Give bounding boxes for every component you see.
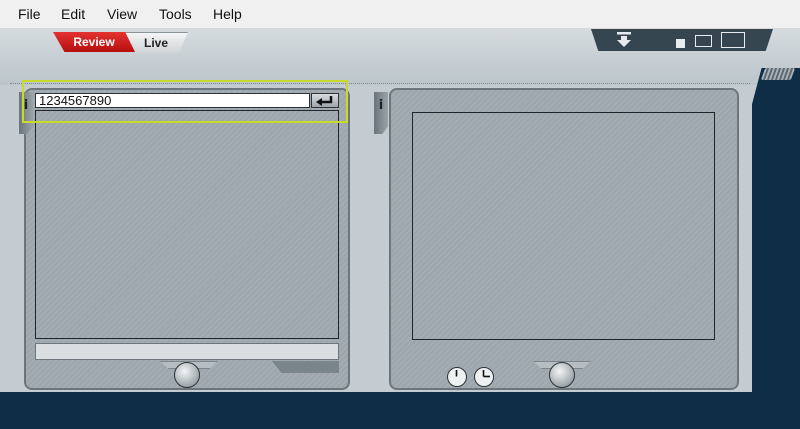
clock-dial-icon[interactable]: [447, 367, 467, 387]
menu-tools[interactable]: Tools: [159, 6, 192, 22]
left-display-area: [35, 110, 339, 339]
left-status-bar: [35, 343, 339, 360]
pie-dial-icon[interactable]: [474, 367, 494, 387]
resize-grip[interactable]: [760, 68, 796, 80]
right-frame: [752, 68, 800, 429]
download-arrow-icon[interactable]: [615, 32, 633, 48]
menu-view[interactable]: View: [107, 6, 137, 22]
right-info-tab[interactable]: i: [374, 92, 388, 134]
tab-review[interactable]: Review: [53, 32, 135, 52]
layout-large-icon[interactable]: [721, 32, 745, 48]
left-panel-button[interactable]: [174, 362, 200, 388]
menu-file[interactable]: File: [18, 6, 41, 22]
menu-bar: File Edit View Tools Help: [0, 0, 800, 29]
menu-edit[interactable]: Edit: [61, 6, 85, 22]
layout-medium-icon[interactable]: [695, 35, 712, 47]
search-input[interactable]: [35, 93, 310, 108]
right-display-area: [412, 112, 715, 340]
right-panel-button[interactable]: [549, 362, 575, 388]
bottom-frame: [0, 392, 800, 429]
right-info-label: i: [378, 98, 384, 113]
layout-toolbar: [591, 29, 773, 51]
layout-small-icon[interactable]: [676, 39, 685, 48]
menu-help[interactable]: Help: [213, 6, 242, 22]
left-corner-tab: [272, 361, 339, 373]
enter-arrow-icon: [316, 96, 333, 106]
enter-button[interactable]: [311, 93, 339, 108]
